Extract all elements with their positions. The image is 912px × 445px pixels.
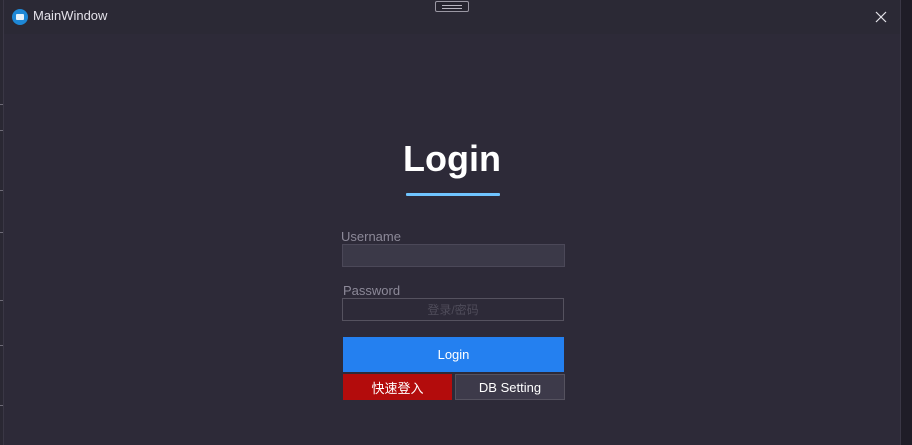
password-input[interactable] bbox=[342, 298, 564, 321]
drag-handle-icon[interactable] bbox=[435, 1, 469, 12]
app-icon bbox=[12, 9, 28, 25]
drag-handle-line bbox=[442, 8, 462, 9]
close-icon bbox=[875, 11, 887, 23]
username-input[interactable] bbox=[342, 244, 565, 267]
main-window: MainWindow Login Username Password Login… bbox=[3, 0, 901, 445]
login-button[interactable]: Login bbox=[343, 337, 564, 372]
window-title: MainWindow bbox=[33, 8, 108, 23]
password-label: Password bbox=[343, 283, 401, 298]
close-button[interactable] bbox=[868, 4, 894, 30]
login-heading: Login bbox=[403, 138, 501, 179]
username-label: Username bbox=[341, 229, 401, 244]
db-setting-button[interactable]: DB Setting bbox=[455, 374, 565, 400]
title-bar[interactable]: MainWindow bbox=[4, 0, 900, 34]
drag-handle-line bbox=[442, 5, 462, 6]
quick-login-button[interactable]: 快速登入 bbox=[343, 374, 452, 400]
heading-underline bbox=[406, 193, 500, 196]
